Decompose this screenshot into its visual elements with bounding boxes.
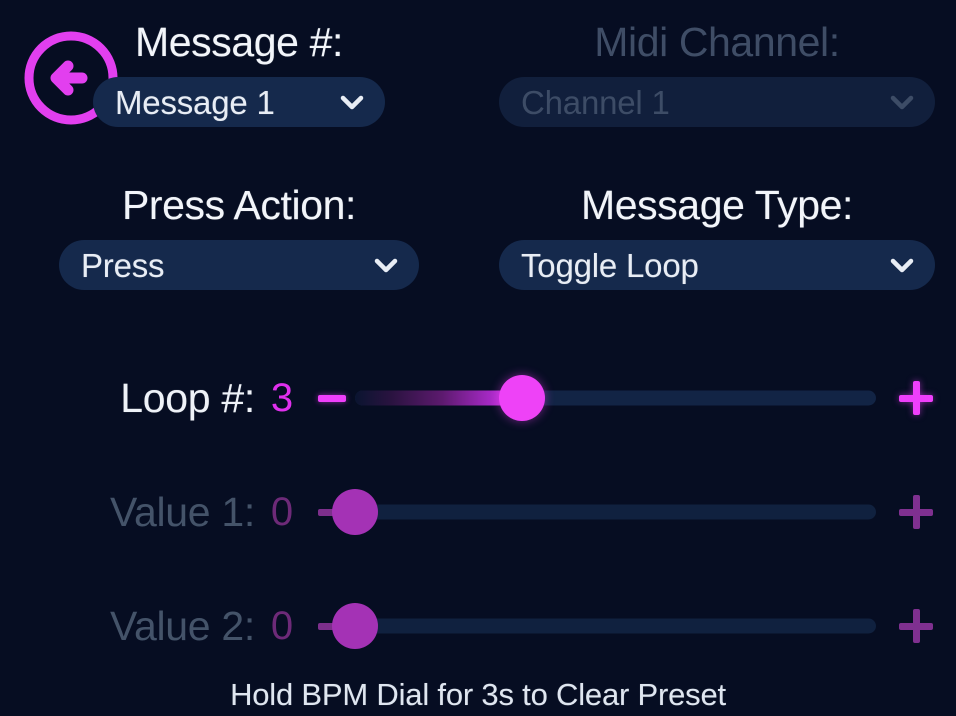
- chevron-down-icon: [369, 248, 403, 282]
- message-number-value: Message 1: [115, 83, 275, 121]
- plus-icon: [899, 609, 933, 643]
- slider-row-value-1: Value 1: 0: [0, 481, 956, 543]
- slider-track: [355, 504, 876, 520]
- loop-number-decrement-button[interactable]: [309, 394, 355, 402]
- press-action-label: Press Action:: [121, 182, 357, 228]
- chevron-down-icon: [335, 85, 369, 119]
- minus-icon: [318, 394, 346, 402]
- field-group-message-type: Message Type: Toggle Loop: [478, 185, 956, 290]
- press-action-value: Press: [81, 246, 165, 284]
- slider-track: [355, 618, 876, 634]
- slider-thumb: [332, 603, 378, 649]
- value-1-value: 0: [270, 490, 294, 534]
- message-number-label: Message #:: [135, 19, 343, 65]
- message-type-label: Message Type:: [580, 182, 854, 228]
- midi-channel-value: Channel 1: [521, 83, 670, 121]
- chevron-down-icon: [885, 248, 919, 282]
- loop-number-label: Loop #:: [120, 374, 255, 421]
- field-row-top: Message #: Message 1 Midi Channel: Chann…: [0, 22, 956, 127]
- field-group-press-action: Press Action: Press: [0, 185, 478, 290]
- value-2-value: 0: [270, 604, 294, 648]
- loop-number-increment-button[interactable]: [876, 381, 956, 415]
- value-1-increment-button: [876, 495, 956, 529]
- midi-channel-label: Midi Channel:: [594, 19, 840, 65]
- message-type-select[interactable]: Toggle Loop: [499, 240, 935, 290]
- value-2-increment-button: [876, 609, 956, 643]
- slider-thumb: [332, 489, 378, 535]
- field-group-message-number: Message #: Message 1: [0, 22, 478, 127]
- plus-icon: [899, 495, 933, 529]
- press-action-select[interactable]: Press: [59, 240, 419, 290]
- message-number-select[interactable]: Message 1: [93, 77, 385, 127]
- slider-row-value-2: Value 2: 0: [0, 595, 956, 657]
- loop-number-slider[interactable]: [355, 372, 876, 424]
- chevron-down-icon: [885, 85, 919, 119]
- midi-message-editor-screen: Message #: Message 1 Midi Channel: Chann…: [0, 0, 956, 716]
- slider-thumb[interactable]: [498, 375, 545, 421]
- field-group-midi-channel: Midi Channel: Channel 1: [478, 22, 956, 127]
- slider-fill: [355, 390, 522, 406]
- plus-icon: [899, 381, 933, 415]
- loop-number-value: 3: [270, 376, 294, 420]
- slider-row-loop-number: Loop #: 3: [0, 367, 956, 429]
- clear-preset-hint: Hold BPM Dial for 3s to Clear Preset: [230, 677, 726, 712]
- midi-channel-select: Channel 1: [499, 77, 935, 127]
- value-1-slider: [332, 486, 876, 538]
- value-2-label: Value 2:: [109, 602, 255, 649]
- value-2-slider: [332, 600, 876, 652]
- field-row-second: Press Action: Press Message Type: Toggle…: [0, 185, 956, 290]
- value-1-label: Value 1:: [109, 488, 255, 535]
- message-type-value: Toggle Loop: [521, 246, 699, 284]
